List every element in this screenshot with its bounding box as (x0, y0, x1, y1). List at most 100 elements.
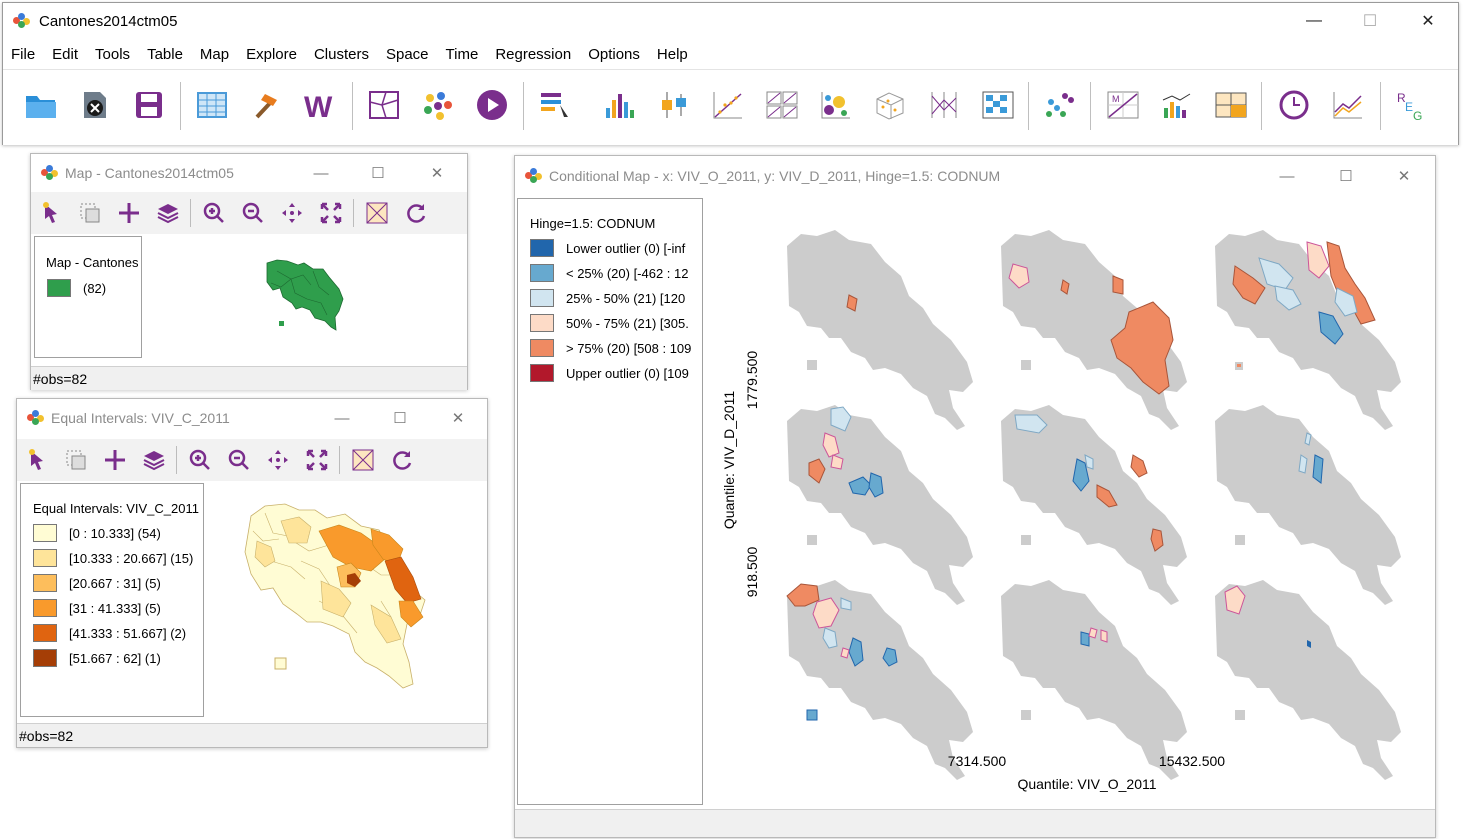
full-extent-icon[interactable] (311, 194, 350, 232)
moran-scatter-icon[interactable]: M (1101, 80, 1145, 130)
category-editor-icon[interactable] (533, 80, 577, 130)
menu-explore[interactable]: Explore (246, 46, 297, 63)
select-region-icon[interactable] (56, 441, 95, 479)
menu-clusters[interactable]: Clusters (314, 46, 369, 63)
menu-table[interactable]: Table (147, 46, 183, 63)
status-bar: #obs=82 (17, 723, 487, 747)
eq-map-toolbar (17, 439, 487, 481)
minimize-button[interactable]: — (317, 399, 367, 437)
close-file-icon[interactable] (73, 80, 117, 130)
play-icon[interactable] (470, 80, 514, 130)
zoom-in-icon[interactable] (194, 194, 233, 232)
x-axis-label: Quantile: VIV_O_2011 (1017, 776, 1156, 792)
close-button[interactable]: ✕ (433, 399, 483, 437)
zoom-out-icon[interactable] (219, 441, 258, 479)
x-tick-label: 15432.500 (1159, 753, 1225, 769)
menu-map[interactable]: Map (200, 46, 229, 63)
svg-text:E: E (1405, 100, 1413, 114)
add-layer-icon[interactable] (95, 441, 134, 479)
menu-file[interactable]: File (11, 46, 35, 63)
select-region-icon[interactable] (70, 194, 109, 232)
pan-icon[interactable] (258, 441, 297, 479)
legend-item[interactable]: < 25% (20) [-462 : 12 (530, 264, 689, 282)
geoda-app-icon (525, 168, 543, 184)
zoom-out-icon[interactable] (233, 194, 272, 232)
menu-bar: File Edit Tools Table Map Explore Cluste… (3, 39, 1458, 69)
basemap-icon[interactable] (357, 194, 396, 232)
lisa-cluster-icon[interactable] (1155, 80, 1199, 130)
select-pointer-icon[interactable] (31, 194, 70, 232)
legend-label: 50% - 75% (21) [305. (566, 315, 689, 331)
time-editor-icon[interactable] (1272, 80, 1316, 130)
map-icon[interactable] (362, 80, 406, 130)
legend-item[interactable]: [0 : 10.333] (54) (33, 524, 161, 542)
menu-help[interactable]: Help (657, 46, 688, 63)
3d-scatter-icon[interactable] (868, 80, 912, 130)
legend-item[interactable]: 25% - 50% (21) [120 (530, 289, 685, 307)
weights-icon[interactable]: W (298, 80, 342, 130)
select-pointer-icon[interactable] (17, 441, 56, 479)
legend-item[interactable]: Upper outlier (0) [109 (530, 364, 689, 382)
legend-item[interactable]: [20.667 : 31] (5) (33, 574, 161, 592)
cluster-map-icon[interactable] (416, 80, 460, 130)
menu-options[interactable]: Options (588, 46, 640, 63)
map-canvas[interactable] (148, 236, 466, 358)
refresh-icon[interactable] (382, 441, 421, 479)
open-folder-icon[interactable] (19, 80, 63, 130)
legend-item[interactable]: (82) (47, 279, 106, 297)
bubble-chart-icon[interactable] (814, 80, 858, 130)
table-icon[interactable] (190, 80, 234, 130)
parallel-coordinates-icon[interactable] (922, 80, 966, 130)
close-button[interactable]: ✕ (1379, 156, 1429, 196)
maximize-button[interactable]: ☐ (353, 154, 403, 192)
minimize-button[interactable]: — (1285, 3, 1343, 39)
zoom-in-icon[interactable] (180, 441, 219, 479)
legend-label: 25% - 50% (21) [120 (566, 290, 686, 306)
legend-item[interactable]: [51.667 : 62] (1) (33, 649, 161, 667)
box-plot-icon[interactable] (652, 80, 696, 130)
minimize-button[interactable]: — (1262, 156, 1312, 196)
menu-regression[interactable]: Regression (495, 46, 571, 63)
save-icon[interactable] (127, 80, 171, 130)
legend-item[interactable]: [10.333 : 20.667] (15) (33, 549, 193, 567)
pan-icon[interactable] (272, 194, 311, 232)
legend-label: Upper outlier (0) [109 (566, 365, 689, 381)
add-layer-icon[interactable] (109, 194, 148, 232)
close-button[interactable]: ✕ (412, 154, 462, 192)
refresh-icon[interactable] (396, 194, 435, 232)
maximize-button[interactable]: ☐ (375, 399, 425, 437)
maximize-button[interactable]: ☐ (1321, 156, 1371, 196)
averages-chart-icon[interactable] (1209, 80, 1253, 130)
full-extent-icon[interactable] (297, 441, 336, 479)
cond-legend: Hinge=1.5: CODNUM Lower outlier (0) [-in… (517, 198, 703, 805)
legend-item[interactable]: [41.333 : 51.667] (2) (33, 624, 186, 642)
layers-icon[interactable] (148, 194, 187, 232)
eq-window-title: Equal Intervals: VIV_C_2011 (51, 410, 230, 426)
maximize-button[interactable]: ☐ (1341, 3, 1399, 39)
conditional-map-canvas[interactable]: Quantile: VIV_D_2011 1779.500 918.500 73… (707, 198, 1433, 805)
menu-time[interactable]: Time (446, 46, 479, 63)
histogram-icon[interactable] (598, 80, 642, 130)
legend-item[interactable]: Lower outlier (0) [-inf (530, 239, 685, 257)
legend-item[interactable]: [31 : 41.333] (5) (33, 599, 161, 617)
legend-item[interactable]: 50% - 75% (21) [305. (530, 314, 689, 332)
menu-edit[interactable]: Edit (52, 46, 78, 63)
hammer-tools-icon[interactable] (245, 80, 289, 130)
close-button[interactable]: ✕ (1399, 3, 1457, 39)
layers-icon[interactable] (134, 441, 173, 479)
scatter-matrix-icon[interactable] (760, 80, 804, 130)
geoda-app-icon (27, 410, 45, 426)
menu-space[interactable]: Space (386, 46, 429, 63)
legend-item[interactable]: > 75% (20) [508 : 109 (530, 339, 691, 357)
scatter-plot-icon[interactable] (706, 80, 750, 130)
conditional-plot-icon[interactable] (976, 80, 1020, 130)
legend-label: > 75% (20) [508 : 109 (566, 340, 692, 356)
basemap-icon[interactable] (343, 441, 382, 479)
line-chart-icon[interactable] (1326, 80, 1370, 130)
menu-tools[interactable]: Tools (95, 46, 130, 63)
cluster-plot-icon[interactable] (1038, 80, 1082, 130)
eq-map-canvas[interactable] (209, 483, 487, 717)
regression-icon[interactable]: REG (1389, 80, 1433, 130)
status-bar: #obs=82 (31, 366, 467, 390)
minimize-button[interactable]: — (296, 154, 346, 192)
